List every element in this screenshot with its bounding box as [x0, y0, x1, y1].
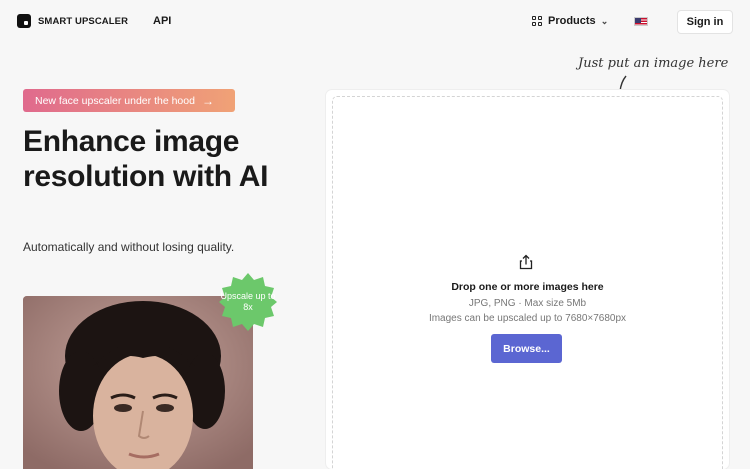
- sign-in-button[interactable]: Sign in: [677, 10, 733, 34]
- brand-name: SMART UPSCALER: [38, 15, 129, 27]
- dropzone-annotation: Just put an image here: [578, 56, 729, 71]
- upload-icon: [519, 254, 533, 270]
- page-subtitle: Automatically and without losing quality…: [23, 240, 235, 254]
- logo-icon: [17, 14, 31, 28]
- page-title: Enhance image resolution with AI: [23, 125, 269, 193]
- badge-text: New face upscaler under the hood: [35, 94, 195, 107]
- arrow-right-icon: →: [201, 93, 214, 108]
- dropzone-size-limit: Images can be upscaled up to 7680×7680px: [428, 313, 627, 324]
- us-flag-icon[interactable]: [634, 17, 648, 26]
- dropzone-title: Drop one or more images here: [451, 281, 604, 293]
- dropzone-formats: JPG, PNG · Max size 5Mb: [468, 298, 587, 309]
- site-header: SMART UPSCALER API Products ⌄ Sign in: [0, 0, 750, 44]
- announcement-badge[interactable]: New face upscaler under the hood →: [23, 89, 235, 112]
- grid-icon: [532, 16, 542, 26]
- browse-button[interactable]: Browse...: [491, 334, 562, 363]
- products-menu[interactable]: Products ⌄: [532, 15, 608, 27]
- upscale-sticker-text: Upscale up to 8x: [220, 291, 276, 312]
- nav-api-link[interactable]: API: [153, 15, 171, 27]
- products-label: Products: [548, 15, 596, 27]
- chevron-down-icon: ⌄: [600, 15, 609, 26]
- brand-logo[interactable]: SMART UPSCALER: [17, 14, 128, 28]
